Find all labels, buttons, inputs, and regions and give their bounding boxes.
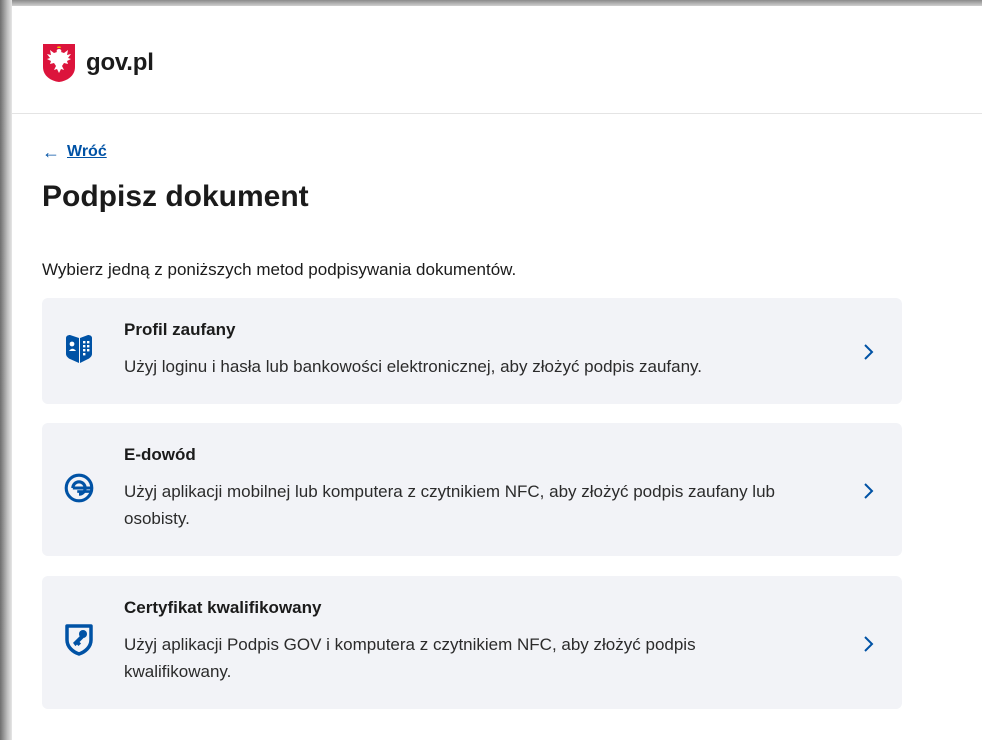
page-intro: Wybierz jedną z poniższych metod podpisy… — [42, 260, 517, 279]
method-description: Użyj loginu i hasła lub bankowości elekt… — [124, 357, 702, 376]
method-card-e-dowod[interactable]: E-dowód Użyj aplikacji mobilnej lub komp… — [42, 423, 902, 556]
chevron-right-icon — [864, 483, 874, 499]
method-title: Certyfikat kwalifikowany — [124, 598, 322, 617]
certificate-icon — [65, 624, 93, 656]
method-description: Użyj aplikacji mobilnej lub komputera z … — [124, 482, 775, 528]
back-label[interactable]: Wróć — [67, 143, 107, 161]
brand-name: gov.pl — [86, 49, 154, 76]
arrow-left-icon: ← — [42, 142, 60, 162]
gov-logo[interactable]: gov.pl — [42, 43, 154, 83]
back-link[interactable]: ← Wróć — [42, 143, 107, 161]
page: gov.pl ← Wróć Podpisz dokument Wybierz j… — [12, 6, 982, 740]
method-title: Profil zaufany — [124, 320, 236, 339]
chevron-right-icon — [864, 636, 874, 652]
profil-zaufany-icon — [66, 335, 92, 363]
method-card-certyfikat-kwalifikowany[interactable]: Certyfikat kwalifikowany Użyj aplikacji … — [42, 576, 902, 709]
page-title: Podpisz dokument — [42, 180, 309, 213]
site-header: gov.pl — [12, 6, 982, 114]
e-dowod-icon — [64, 473, 94, 503]
method-card-profil-zaufany[interactable]: Profil zaufany Użyj loginu i hasła lub b… — [42, 298, 902, 404]
chevron-right-icon — [864, 344, 874, 360]
method-title: E-dowód — [124, 445, 196, 464]
polish-eagle-emblem-icon — [43, 44, 75, 82]
method-description: Użyj aplikacji Podpis GOV i komputera z … — [124, 635, 696, 681]
window-frame-left — [0, 0, 12, 740]
